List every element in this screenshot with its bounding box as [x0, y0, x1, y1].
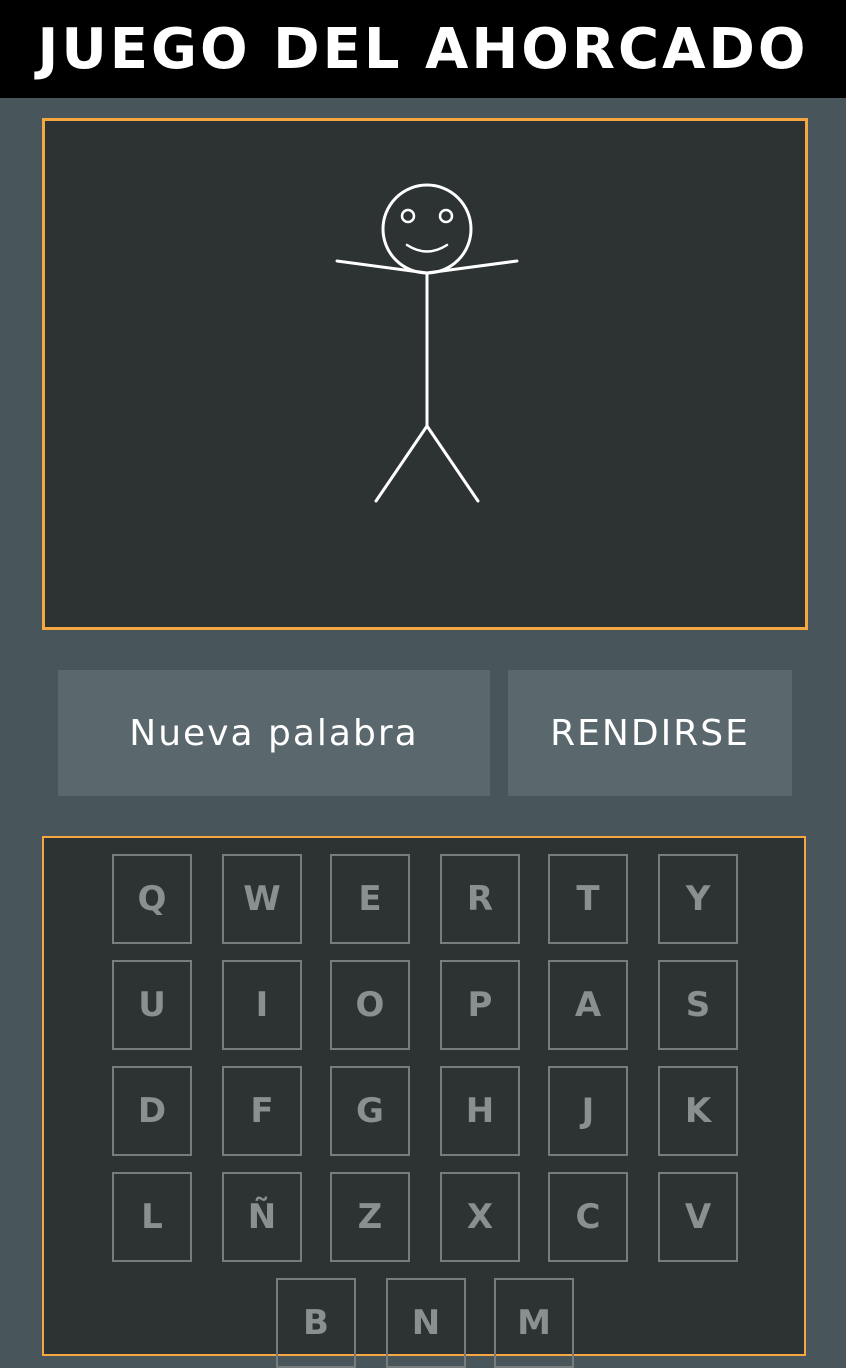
figure-left-leg: [374, 424, 429, 503]
figure-head: [381, 183, 473, 275]
letter-key[interactable]: Y: [658, 854, 738, 944]
app-header: JUEGO DEL AHORCADO: [0, 0, 846, 98]
letter-key[interactable]: B: [276, 1278, 356, 1368]
figure-right-leg: [425, 424, 480, 503]
letter-key[interactable]: V: [658, 1172, 738, 1262]
page-title: JUEGO DEL AHORCADO: [37, 16, 809, 82]
letter-key[interactable]: C: [548, 1172, 628, 1262]
letter-key[interactable]: N: [386, 1278, 466, 1368]
letter-key[interactable]: R: [440, 854, 520, 944]
letter-key[interactable]: P: [440, 960, 520, 1050]
figure-smile: [405, 243, 449, 253]
figure-left-arm: [335, 259, 429, 275]
letter-key[interactable]: H: [440, 1066, 520, 1156]
letter-keyboard: QWERTY UIOPAS DFGHJK LÑZXCV BNM: [42, 836, 806, 1368]
new-word-button[interactable]: Nueva palabra: [58, 670, 490, 796]
letter-key[interactable]: D: [112, 1066, 192, 1156]
letter-key[interactable]: J: [548, 1066, 628, 1156]
figure-left-eye: [400, 208, 416, 224]
letter-key[interactable]: M: [494, 1278, 574, 1368]
letter-key[interactable]: Z: [330, 1172, 410, 1262]
stick-figure-drawing: [335, 183, 519, 503]
letter-key[interactable]: L: [112, 1172, 192, 1262]
letter-key[interactable]: G: [330, 1066, 410, 1156]
figure-right-arm: [425, 259, 519, 275]
letter-key[interactable]: O: [330, 960, 410, 1050]
letter-key[interactable]: E: [330, 854, 410, 944]
figure-right-eye: [438, 208, 454, 224]
letter-key[interactable]: F: [222, 1066, 302, 1156]
letter-key[interactable]: A: [548, 960, 628, 1050]
letter-key[interactable]: K: [658, 1066, 738, 1156]
letter-key[interactable]: I: [222, 960, 302, 1050]
hangman-canvas: [42, 118, 808, 630]
letter-key[interactable]: Ñ: [222, 1172, 302, 1262]
letter-key[interactable]: T: [548, 854, 628, 944]
letter-key[interactable]: W: [222, 854, 302, 944]
letter-key[interactable]: U: [112, 960, 192, 1050]
letter-key[interactable]: X: [440, 1172, 520, 1262]
letter-key[interactable]: Q: [112, 854, 192, 944]
give-up-button[interactable]: RENDIRSE: [508, 670, 792, 796]
letter-key[interactable]: S: [658, 960, 738, 1050]
